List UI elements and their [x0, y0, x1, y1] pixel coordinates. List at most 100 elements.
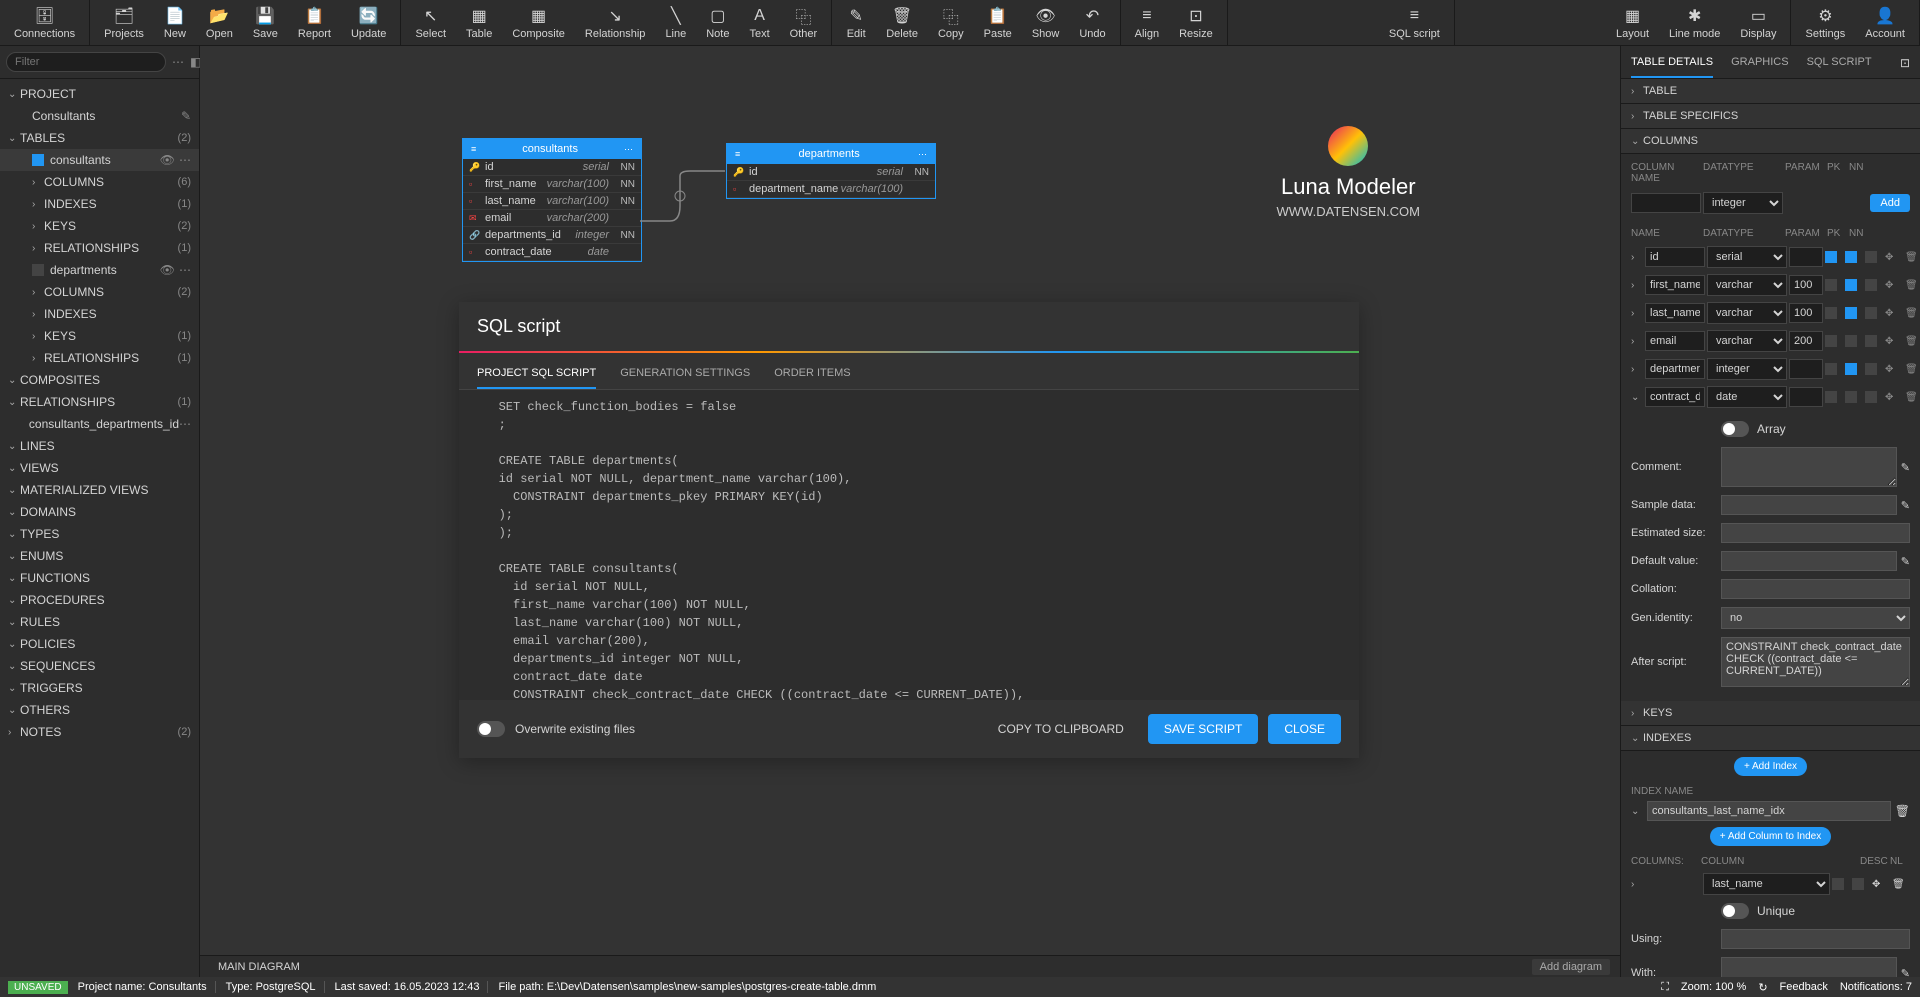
eye-icon[interactable]: 👁	[160, 263, 175, 277]
add-index-button[interactable]: + Add Index	[1734, 757, 1807, 776]
tree-item-keys[interactable]: ›KEYS(1)	[0, 325, 199, 347]
resize-button[interactable]: ⊡Resize	[1169, 0, 1223, 45]
entity-column[interactable]: ✉ email varchar(200)	[463, 210, 641, 227]
tree-item-indexes[interactable]: ›INDEXES	[0, 303, 199, 325]
tree-item-columns[interactable]: ›COLUMNS(2)	[0, 281, 199, 303]
tree-item-project[interactable]: ⌄PROJECT	[0, 83, 199, 105]
col-row-first_name[interactable]: › varchar ✥ 🗑	[1631, 271, 1910, 299]
pk-checkbox[interactable]	[1825, 307, 1837, 319]
tree-item-others[interactable]: ⌄OTHERS	[0, 699, 199, 721]
pk-checkbox[interactable]	[1825, 391, 1837, 403]
tree-item-materialized-views[interactable]: ⌄MATERIALIZED VIEWS	[0, 479, 199, 501]
move-icon[interactable]: ✥	[1885, 392, 1903, 403]
relationship-line[interactable]	[640, 166, 730, 226]
extra-checkbox[interactable]	[1865, 335, 1877, 347]
status-notifications[interactable]: Notifications: 7	[1840, 981, 1912, 993]
pk-checkbox[interactable]	[1825, 251, 1837, 263]
tree-item-relationships[interactable]: ⌄RELATIONSHIPS(1)	[0, 391, 199, 413]
menu-icon[interactable]: ≡	[471, 144, 476, 154]
tree-item-departments[interactable]: departments👁⋯	[0, 259, 199, 281]
expand-icon[interactable]: ⌄	[1631, 392, 1643, 403]
tree-item-keys[interactable]: ›KEYS(2)	[0, 215, 199, 237]
trash-icon[interactable]: 🗑	[1905, 308, 1920, 319]
entity-column[interactable]: 🔑 id serial NN	[727, 164, 935, 181]
entity-column[interactable]: ▫ last_name varchar(100) NN	[463, 193, 641, 210]
add-column-button[interactable]: Add	[1870, 194, 1910, 212]
tree-item-consultants_departments_id[interactable]: consultants_departments_id⋯	[0, 413, 199, 435]
col-name-input[interactable]	[1645, 359, 1705, 379]
nn-checkbox[interactable]	[1845, 391, 1857, 403]
extra-checkbox[interactable]	[1865, 363, 1877, 375]
section-table-specifics[interactable]: ›TABLE SPECIFICS	[1621, 104, 1920, 129]
entity-column[interactable]: ▫ department_name varchar(100)	[727, 181, 935, 198]
new-col-datatype-select[interactable]: integer	[1703, 192, 1783, 214]
tree-item-relationships[interactable]: ›RELATIONSHIPS(1)	[0, 237, 199, 259]
col-param-input[interactable]	[1789, 275, 1823, 295]
new-button[interactable]: 📄New	[154, 0, 196, 45]
move-icon[interactable]: ✥	[1885, 364, 1903, 375]
tree-item-consultants[interactable]: consultants👁⋯	[0, 149, 199, 171]
extra-checkbox[interactable]	[1865, 251, 1877, 263]
tree-item-indexes[interactable]: ›INDEXES(1)	[0, 193, 199, 215]
default-input[interactable]	[1721, 551, 1897, 571]
index-name-input[interactable]	[1647, 801, 1891, 821]
nn-checkbox[interactable]	[1845, 335, 1857, 347]
select-button[interactable]: ↖Select	[405, 0, 456, 45]
menu-icon[interactable]: ⋯	[624, 144, 633, 155]
entity-header[interactable]: ≡departments⋯	[727, 144, 935, 164]
composite-button[interactable]: ▦Composite	[502, 0, 575, 45]
col-param-input[interactable]	[1789, 303, 1823, 323]
sample-data-input[interactable]	[1721, 495, 1897, 515]
add-diagram-button[interactable]: Add diagram	[1532, 959, 1610, 975]
tree-item-notes[interactable]: ›NOTES(2)	[0, 721, 199, 743]
more-icon[interactable]: ⋯	[179, 417, 191, 431]
status-feedback[interactable]: Feedback	[1780, 981, 1828, 993]
sql-script-button[interactable]: ≡SQL script	[1379, 0, 1450, 45]
col-datatype-select[interactable]: varchar	[1707, 302, 1787, 324]
col-name-input[interactable]	[1645, 387, 1705, 407]
trash-icon[interactable]: 🗑	[1895, 804, 1910, 818]
nn-checkbox[interactable]	[1845, 363, 1857, 375]
nn-checkbox[interactable]	[1845, 307, 1857, 319]
rp-tab-graphics[interactable]: GRAPHICS	[1731, 56, 1788, 78]
col-name-input[interactable]	[1645, 275, 1705, 295]
index-expand-icon[interactable]: ⌄	[1631, 806, 1643, 817]
trash-icon[interactable]: 🗑	[1905, 392, 1920, 403]
section-keys[interactable]: ›KEYS	[1621, 701, 1920, 726]
pk-checkbox[interactable]	[1825, 363, 1837, 375]
col-datatype-select[interactable]: varchar	[1707, 274, 1787, 296]
edit-icon[interactable]: ✎	[1901, 555, 1910, 568]
tree-item-functions[interactable]: ⌄FUNCTIONS	[0, 567, 199, 589]
filter-input[interactable]	[6, 52, 166, 72]
copy-button[interactable]: ⿻Copy	[928, 0, 974, 45]
tree-item-columns[interactable]: ›COLUMNS(6)	[0, 171, 199, 193]
expand-icon[interactable]: ›	[1631, 252, 1643, 263]
checkbox[interactable]	[32, 154, 44, 166]
col-datatype-select[interactable]: integer	[1707, 358, 1787, 380]
tree-item-procedures[interactable]: ⌄PROCEDURES	[0, 589, 199, 611]
col-datatype-select[interactable]: date	[1707, 386, 1787, 408]
extra-checkbox[interactable]	[1865, 391, 1877, 403]
more-icon[interactable]: ⋯	[172, 55, 184, 69]
tree-item-consultants[interactable]: Consultants✎	[0, 105, 199, 127]
text-button[interactable]: AText	[739, 0, 779, 45]
col-row-id[interactable]: › serial ✥ 🗑	[1631, 243, 1910, 271]
collation-input[interactable]	[1721, 579, 1910, 599]
relationship-button[interactable]: ↘Relationship	[575, 0, 656, 45]
idx-desc-check[interactable]	[1832, 878, 1844, 890]
trash-icon[interactable]: 🗑	[1905, 280, 1920, 291]
edit-icon[interactable]: ✎	[1901, 967, 1910, 978]
extra-checkbox[interactable]	[1865, 307, 1877, 319]
entity-table-consultants[interactable]: ≡consultants⋯ 🔑 id serial NN ▫ first_nam…	[462, 138, 642, 262]
col-datatype-select[interactable]: serial	[1707, 246, 1787, 268]
tree-item-tables[interactable]: ⌄TABLES(2)	[0, 127, 199, 149]
sql-tab-order-items[interactable]: ORDER ITEMS	[774, 363, 850, 389]
sql-code-area[interactable]: SET check_function_bodies = false ; CREA…	[459, 390, 1359, 700]
col-datatype-select[interactable]: varchar	[1707, 330, 1787, 352]
trash-icon[interactable]: 🗑	[1905, 252, 1920, 263]
col-name-input[interactable]	[1645, 247, 1705, 267]
entity-header[interactable]: ≡consultants⋯	[463, 139, 641, 159]
delete-button[interactable]: 🗑Delete	[876, 0, 928, 45]
projects-button[interactable]: 🗂Projects	[94, 0, 154, 45]
tree-item-lines[interactable]: ⌄LINES	[0, 435, 199, 457]
